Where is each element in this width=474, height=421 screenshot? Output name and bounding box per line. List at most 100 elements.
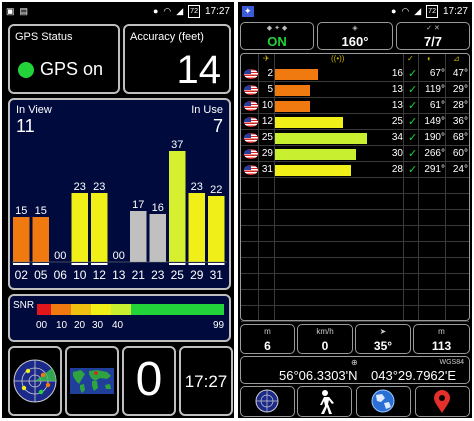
globe-button[interactable]: [356, 386, 411, 417]
satellite-table[interactable]: ✈ ((•)) ✓ ◐ ⊿ 2 16 ✓ 67° 47° 5 13 ✓ 119° 29° 10 13 ✓…: [240, 53, 470, 322]
elevation-value: 60°: [452, 148, 468, 159]
accuracy-box[interactable]: m 113: [413, 324, 470, 354]
table-row[interactable]: 31 28 ✓ 291° 24°: [241, 163, 469, 178]
table-row[interactable]: 2 16 ✓ 67° 47°: [241, 67, 469, 82]
empty-row: [241, 243, 469, 258]
image-icon: ▤: [19, 6, 29, 16]
table-row[interactable]: 29 30 ✓ 266° 60°: [241, 147, 469, 162]
altitude-unit: m: [264, 327, 271, 336]
accuracy-title: Accuracy (feet): [130, 31, 204, 43]
snr-seg-lime: [111, 304, 131, 315]
signal-bar-21: [130, 211, 147, 262]
snr-seg-red: [37, 304, 51, 315]
snr-value: 16: [391, 68, 403, 79]
snr-value: 34: [391, 132, 403, 143]
snr-value: 13: [391, 100, 403, 111]
table-row[interactable]: 5 13 ✓ 119° 29°: [241, 83, 469, 98]
snr-bar: [275, 101, 310, 112]
heading-icon: ➤: [379, 327, 387, 336]
azimuth-value: 149°: [424, 116, 445, 127]
radar-icon: [13, 359, 57, 403]
us-flag-icon: [244, 165, 258, 175]
azimuth-value: 67°: [429, 68, 445, 79]
signal-value-label: 23: [191, 181, 203, 193]
table-row[interactable]: 10 13 ✓ 61° 28°: [241, 99, 469, 114]
coordinates-box[interactable]: ⊕ WGS84 56°06.3303'N 043°29.7962'E: [240, 356, 470, 384]
fix-status-box[interactable]: ◆ ✦ ◆ ON: [240, 22, 314, 50]
radar-button[interactable]: [240, 386, 295, 417]
location-icon: ⊕: [351, 358, 358, 367]
empty-row: [241, 307, 469, 322]
satellite-id-label: 05: [34, 268, 48, 282]
check-satellite-icons: ✓ ✕: [426, 25, 440, 32]
satellite-id-label: 06: [54, 268, 68, 282]
snr-legend-panel: SNR 00 10 20 30 40 99: [8, 294, 231, 342]
signal-value-label: 37: [171, 139, 183, 151]
elevation-value: 29°: [452, 84, 468, 95]
signal-value-label: 00: [54, 250, 66, 262]
satellite-id-label: 23: [151, 268, 165, 282]
fix-icons: ◆ ✦ ◆: [266, 25, 288, 32]
snr-bar: [275, 133, 367, 144]
location-icon: ●: [152, 6, 159, 16]
signal-value-label: 23: [93, 181, 105, 193]
azimuth-value: 61°: [429, 100, 445, 111]
elevation-header-icon: ⊿: [453, 54, 460, 63]
map-pin-button[interactable]: [415, 386, 470, 417]
signal-bar-10: [71, 193, 88, 262]
world-map-tile[interactable]: [65, 346, 119, 416]
speed-unit: km/h: [316, 327, 334, 336]
elevation-value: 24°: [452, 164, 468, 175]
azimuth-value: 190°: [424, 132, 445, 143]
speed-box[interactable]: km/h 0: [297, 324, 353, 354]
in-view-label: In View: [16, 104, 52, 116]
clock-tile[interactable]: 17:27: [179, 346, 233, 416]
accuracy-unit: m: [438, 327, 445, 336]
signal-bar-05: [32, 217, 49, 262]
longitude-value: 043°29.7962'E: [371, 368, 457, 383]
satellites-count-tile[interactable]: 0: [122, 346, 176, 416]
snr-tick: 30: [92, 320, 104, 331]
gps-status-panel[interactable]: GPS Status GPS on: [8, 24, 120, 94]
empty-row: [241, 227, 469, 242]
bearing-value: 160°: [341, 34, 369, 49]
bearing-box[interactable]: ◈ 160°: [317, 22, 393, 50]
snr-tick: 10: [56, 320, 68, 331]
satellite-count-box[interactable]: ✓ ✕ 7/7: [396, 22, 470, 50]
signal-bar-25: [169, 151, 186, 262]
radar-tile[interactable]: [8, 346, 62, 416]
gps-test-screen: ✦ ● ◠ ◢ 72 17:27 ◆ ✦ ◆ ON ◈ 160° ✓ ✕ 7/7…: [238, 2, 472, 418]
signal-value-label: 17: [132, 199, 144, 211]
heading-box[interactable]: ➤ 35°: [355, 324, 411, 354]
snr-tick: 99: [213, 320, 225, 331]
table-row[interactable]: 25 34 ✓ 190° 68°: [241, 131, 469, 146]
snr-seg-orange: [51, 304, 71, 315]
table-row[interactable]: 12 25 ✓ 149° 36°: [241, 115, 469, 130]
signal-value-label: 16: [152, 202, 164, 214]
azimuth-value: 266°: [424, 148, 445, 159]
azimuth-value: 291°: [424, 164, 445, 175]
empty-row: [241, 179, 469, 194]
walk-button[interactable]: [297, 386, 352, 417]
compass-icon: ◈: [352, 25, 358, 32]
altitude-box[interactable]: m 6: [240, 324, 295, 354]
gps-status-value: GPS on: [40, 59, 104, 79]
empty-row: [241, 211, 469, 226]
accuracy-panel[interactable]: Accuracy (feet) 14: [123, 24, 231, 94]
satellite-prn: 2: [267, 68, 273, 79]
snr-value: 13: [391, 84, 403, 95]
elevation-value: 36°: [452, 116, 468, 127]
fix-value: ON: [267, 34, 287, 49]
status-bar: ▣ ▤ ● ◠ ◢ 72 17:27: [2, 2, 234, 21]
azimuth-value: 119°: [425, 84, 445, 95]
status-bar: ✦ ● ◠ ◢ 72 17:27: [238, 2, 472, 21]
satellite-signal-chart[interactable]: 15 02 15 05 00 06 23 10 23 12 00 13 17 21 16 23 37 25 23 29…: [8, 98, 231, 290]
satellite-id-label: 13: [112, 268, 126, 282]
radar-icon: [255, 389, 279, 413]
gps-status-screen: ▣ ▤ ● ◠ ◢ 72 17:27 GPS Status GPS on Acc…: [2, 2, 234, 418]
satellite-id-label: 25: [171, 268, 185, 282]
snr-tick: 20: [74, 320, 86, 331]
latitude-value: 56°06.3303'N: [279, 368, 358, 383]
snr-bar: [275, 117, 343, 128]
speed-value: 0: [321, 339, 329, 353]
